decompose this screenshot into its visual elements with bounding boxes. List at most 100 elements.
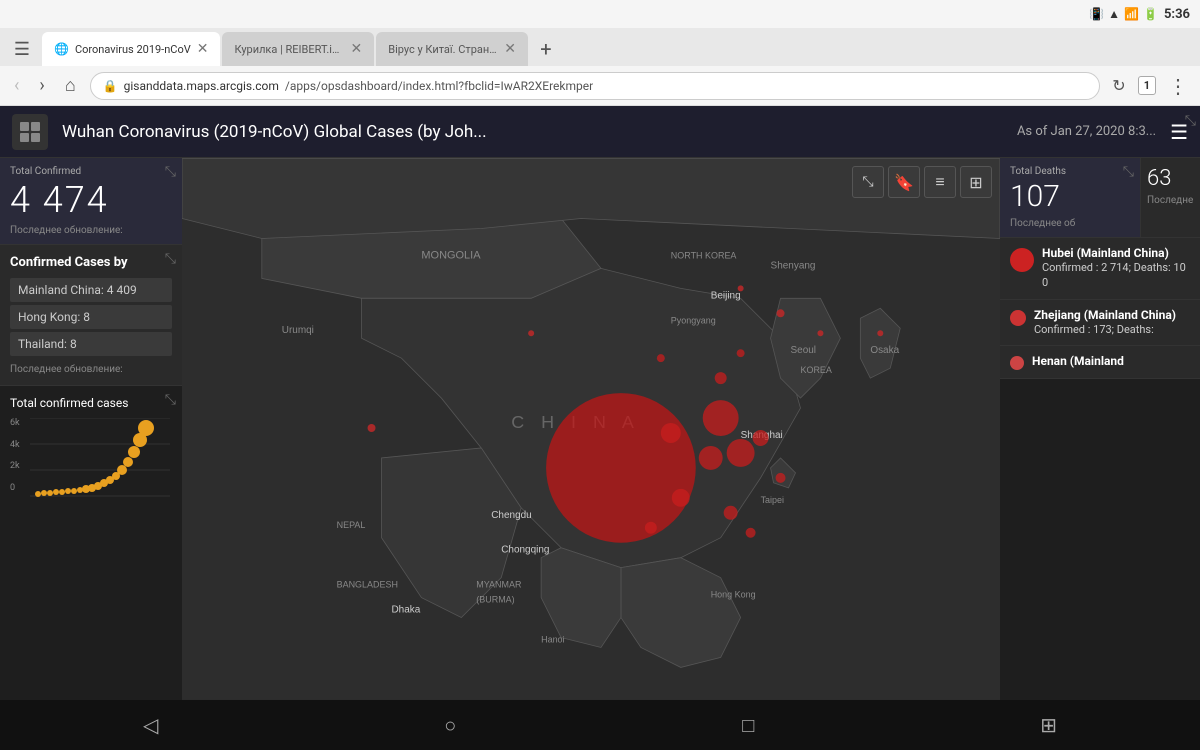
total-confirmed-sub: Последнее обновление: [10,225,172,236]
svg-text:NEPAL: NEPAL [337,520,366,530]
hubei-dot [1010,248,1034,272]
chart-title: Total confirmed cases [10,396,172,410]
deaths-widget2: 63 Последне [1140,158,1200,237]
svg-text:Chongqing: Chongqing [501,545,549,556]
tab-close-active[interactable]: ✕ [197,41,209,57]
svg-text:Chengdu: Chengdu [491,510,531,521]
recent-nav-button[interactable]: □ [742,713,754,738]
henan-name: Henan (Mainland [1032,354,1124,368]
address-domain: gisanddata.maps.arcgis.com [124,79,279,93]
total-deaths-widget: Total Deaths 107 Последнее об ⤡ [1000,158,1140,237]
location-item-hubei: Hubei (Mainland China) Confirmed : 2 714… [1000,238,1200,300]
svg-text:Seoul: Seoul [791,345,817,356]
tab-favicon: 🌐 [54,42,69,56]
svg-text:Pyongyang: Pyongyang [671,315,716,325]
tab-inactive-1[interactable]: Курилка | REIBERT.info ✕ [222,32,374,66]
hubei-name: Hubei (Mainland China) [1042,246,1190,260]
tab-close-2[interactable]: ✕ [504,41,516,57]
total-confirmed-value: 4 474 [10,179,172,221]
back-button[interactable]: ‹ [8,71,25,100]
list-button[interactable]: ≡ [924,166,956,198]
expand-icon[interactable]: ⤡ [165,164,176,180]
case-row-thailand: Thailand: 8 [10,332,172,356]
chart-expand-icon[interactable]: ⤡ [165,392,176,408]
total-confirmed-widget: Total Confirmed 4 474 Последнее обновлен… [0,158,182,245]
tab-close-1[interactable]: ✕ [350,41,362,57]
signal-icon: 📶 [1124,7,1139,21]
vibrate-icon: 📳 [1089,7,1104,21]
browser-menu-button[interactable]: ☰ [4,32,40,66]
confirmed-by-expand-icon[interactable]: ⤡ [165,251,176,267]
svg-text:MONGOLIA: MONGOLIA [421,249,481,261]
svg-text:Beijing: Beijing [711,290,741,301]
app-header: Wuhan Coronavirus (2019-nCoV) Global Cas… [0,106,1200,158]
svg-text:KOREA: KOREA [800,365,831,375]
svg-text:Osaka: Osaka [870,345,899,356]
zhejiang-name: Zhejiang (Mainland China) [1034,308,1176,322]
logo-icon [18,120,42,144]
tab-inactive-2[interactable]: Вірус у Китаї. Страница 8 ✕ [376,32,528,66]
map-controls: 🔖 ≡ ⊞ [888,166,992,198]
address-path: /apps/opsdashboard/index.html?fbclid=IwA… [285,79,593,93]
svg-text:MYANMAR: MYANMAR [476,580,522,590]
app-date: As of Jan 27, 2020 8:3... [1017,124,1156,139]
status-time: 5:36 [1164,7,1190,22]
case-row-hongkong: Hong Kong: 8 [10,305,172,329]
confirmed-by-title: Confirmed Cases by [10,255,172,270]
right-panel: Total Deaths 107 Последнее об ⤡ 63 После… [1000,158,1200,700]
tab-active[interactable]: 🌐 Coronavirus 2019-nCoV ✕ [42,32,220,66]
battery-icon: 🔋 [1143,7,1158,21]
total-confirmed-label: Total Confirmed [10,166,172,177]
y-label-2k: 2k [10,461,20,471]
address-field[interactable]: 🔒 gisanddata.maps.arcgis.com /apps/opsda… [90,72,1101,100]
world-map-svg: MONGOLIA Urumqi NORTH KOREA Pyongyang Be… [182,158,1000,700]
expand-map-button[interactable]: ⤡ [852,166,884,198]
map-area[interactable]: MONGOLIA Urumqi NORTH KOREA Pyongyang Be… [182,158,1000,700]
tab-count-badge[interactable]: 1 [1138,76,1156,95]
status-bar: 📳 ▲ 📶 🔋 5:36 [0,0,1200,28]
total-deaths-sub: Последнее об [1010,218,1130,229]
location-list: Hubei (Mainland China) Confirmed : 2 714… [1000,238,1200,700]
hubei-detail: Confirmed : 2 714; Deaths: 10 0 [1042,260,1190,291]
svg-text:Hong Kong: Hong Kong [711,590,756,600]
home-button[interactable]: ⌂ [59,71,82,100]
wifi-icon: ▲ [1108,7,1120,21]
henan-dot [1010,356,1024,370]
assist-nav-button[interactable]: ⊞ [1040,713,1057,737]
reload-button[interactable]: ↻ [1108,72,1129,99]
deaths-row: Total Deaths 107 Последнее об ⤡ 63 После… [1000,158,1200,238]
chart-widget: Total confirmed cases 6k 4k 2k 0 [0,386,182,700]
android-nav-bar: ◁ ○ □ ⊞ [0,700,1200,750]
case-row-mainland: Mainland China: 4 409 [10,278,172,302]
browser-more-button[interactable]: ⋮ [1164,70,1192,102]
svg-text:Shenyang: Shenyang [771,260,816,271]
svg-text:Urumqi: Urumqi [282,325,314,336]
hamburger-icon: ☰ [14,39,30,60]
deaths-sub2: Последне [1147,195,1194,206]
y-label-0: 0 [10,483,20,493]
back-nav-button[interactable]: ◁ [143,713,158,737]
address-bar: ‹ › ⌂ 🔒 gisanddata.maps.arcgis.com /apps… [0,66,1200,106]
confirmed-cases-by-widget: Confirmed Cases by Mainland China: 4 409… [0,245,182,386]
zhejiang-detail: Confirmed : 173; Deaths: [1034,322,1176,337]
chart-y-labels: 6k 4k 2k 0 [10,418,20,493]
location-item-zhejiang: Zhejiang (Mainland China) Confirmed : 17… [1000,300,1200,346]
home-nav-button[interactable]: ○ [444,713,456,738]
left-panel: Total Confirmed 4 474 Последнее обновлен… [0,158,182,700]
zhejiang-dot [1010,310,1026,326]
bookmark-button[interactable]: 🔖 [888,166,920,198]
henan-info: Henan (Mainland [1032,354,1124,368]
deaths-expand-icon[interactable]: ⤡ [1123,164,1134,180]
app-logo [12,114,48,150]
status-icons: 📳 ▲ 📶 🔋 [1089,7,1158,21]
y-label-4k: 4k [10,440,20,450]
svg-text:(BURMA): (BURMA) [476,595,514,605]
location-list-expand-icon[interactable]: ⤡ [1185,110,1196,129]
app-title: Wuhan Coronavirus (2019-nCoV) Global Cas… [62,122,1003,142]
forward-button[interactable]: › [33,71,50,100]
svg-text:NORTH KOREA: NORTH KOREA [671,250,737,260]
add-tab-button[interactable]: + [530,32,562,66]
chart-area: 6k 4k 2k 0 [10,418,172,498]
grid-button[interactable]: ⊞ [960,166,992,198]
svg-text:Taipei: Taipei [761,495,784,505]
